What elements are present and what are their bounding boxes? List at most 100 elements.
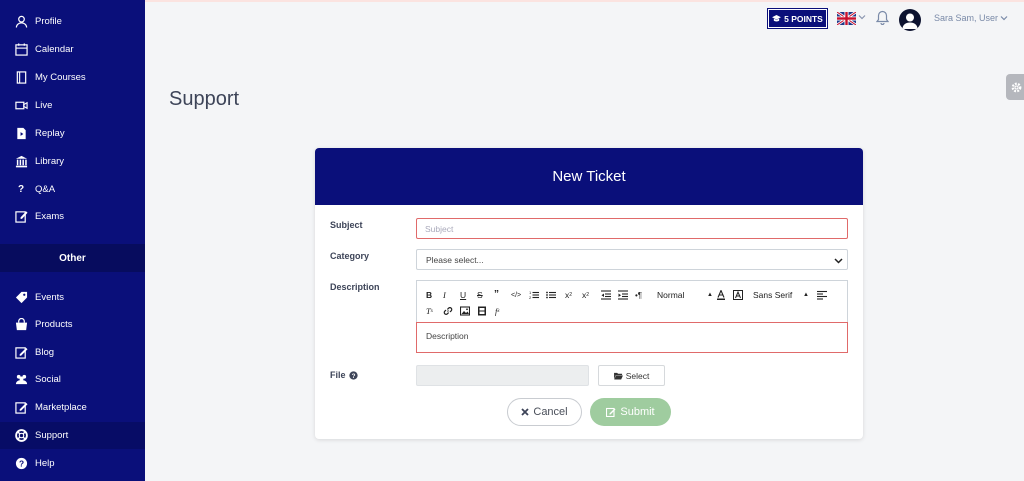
sidebar-item-social[interactable]: Social bbox=[0, 366, 145, 393]
bold-button[interactable]: B bbox=[426, 289, 432, 301]
library-icon bbox=[14, 155, 28, 169]
sidebar-item-profile[interactable]: Profile bbox=[0, 8, 145, 35]
background-color-button[interactable] bbox=[733, 289, 743, 301]
indent-icon bbox=[618, 290, 628, 300]
font-family-select[interactable]: Sans Serif ▲︎ bbox=[753, 289, 809, 301]
sidebar-item-calendar[interactable]: Calendar bbox=[0, 36, 145, 63]
file-label-wrap: File ? bbox=[330, 370, 358, 380]
marketplace-icon bbox=[14, 401, 28, 415]
subject-input[interactable] bbox=[416, 218, 848, 239]
sidebar-item-products[interactable]: Products bbox=[0, 311, 145, 338]
page-title: Support bbox=[169, 88, 240, 110]
subscript-button[interactable]: x2 bbox=[565, 289, 572, 301]
file-path-field[interactable] bbox=[416, 365, 589, 386]
svg-text:2: 2 bbox=[529, 295, 532, 300]
products-icon bbox=[14, 318, 28, 332]
settings-tab[interactable] bbox=[1006, 74, 1024, 100]
clear-format-button[interactable]: Tx bbox=[426, 305, 433, 317]
code-button[interactable]: </> bbox=[511, 289, 521, 301]
updown-icon: ▲︎ bbox=[803, 292, 809, 298]
sidebar-section-other: Other bbox=[0, 244, 145, 272]
font-color-button[interactable] bbox=[716, 289, 726, 301]
sidebar-item-label: Q&A bbox=[35, 184, 56, 195]
font-family-value: Sans Serif bbox=[753, 290, 793, 300]
sidebar-item-label: Events bbox=[35, 292, 65, 303]
video-button[interactable] bbox=[477, 305, 487, 317]
submit-label: Submit bbox=[620, 406, 655, 418]
ordered-list-icon: 12 bbox=[529, 290, 539, 300]
image-icon bbox=[460, 306, 470, 316]
sidebar-item-label: Products bbox=[35, 319, 73, 330]
bell-icon[interactable] bbox=[876, 10, 889, 25]
chevron-down-icon[interactable] bbox=[1000, 14, 1008, 22]
select-label: Select bbox=[625, 370, 650, 381]
strike-button[interactable]: S bbox=[477, 289, 483, 301]
svg-text:?: ? bbox=[18, 458, 23, 468]
header-format-select[interactable]: Normal ▲︎ bbox=[657, 289, 713, 301]
calendar-icon bbox=[14, 43, 28, 57]
sidebar-item-label: Marketplace bbox=[35, 402, 87, 413]
text-direction-button[interactable]: •¶ bbox=[635, 289, 642, 301]
sidebar-item-events[interactable]: Events bbox=[0, 284, 145, 311]
link-icon bbox=[443, 307, 453, 315]
indent-button[interactable] bbox=[618, 289, 628, 301]
submit-button[interactable]: Submit bbox=[590, 398, 671, 426]
category-select[interactable]: Please select... bbox=[416, 249, 848, 270]
sidebar-item-label: Exams bbox=[35, 211, 65, 222]
replay-icon bbox=[14, 127, 28, 141]
question-circle-icon[interactable]: ? bbox=[348, 370, 358, 380]
link-button[interactable] bbox=[443, 305, 453, 317]
cancel-label: Cancel bbox=[533, 406, 568, 418]
outdent-button[interactable] bbox=[601, 289, 611, 301]
blockquote-button[interactable]: ” bbox=[494, 288, 499, 300]
sidebar-item-library[interactable]: Library bbox=[0, 148, 145, 175]
bullet-list-button[interactable] bbox=[546, 289, 556, 301]
ordered-list-button[interactable]: 12 bbox=[529, 289, 539, 301]
avatar[interactable] bbox=[899, 9, 921, 31]
select-file-button[interactable]: Select bbox=[598, 365, 665, 386]
cancel-button[interactable]: Cancel bbox=[507, 398, 582, 426]
sidebar-item-blog[interactable]: Blog bbox=[0, 339, 145, 366]
sidebar-item-qa[interactable]: ? Q&A bbox=[0, 176, 145, 203]
superscript-button[interactable]: x2 bbox=[582, 289, 589, 301]
sidebar-item-label: My Courses bbox=[35, 72, 86, 83]
card-header: New Ticket bbox=[315, 148, 863, 205]
category-selected-value: Please select... bbox=[426, 254, 484, 265]
italic-button[interactable]: I bbox=[443, 289, 446, 301]
new-ticket-card: New Ticket Subject Category Please selec… bbox=[315, 148, 863, 439]
question-icon: ? bbox=[17, 184, 25, 195]
align-button[interactable] bbox=[817, 289, 827, 301]
description-label: Description bbox=[330, 282, 380, 292]
description-editor[interactable]: Description bbox=[416, 322, 848, 353]
video-icon bbox=[14, 99, 28, 113]
outdent-icon bbox=[601, 290, 611, 300]
close-icon bbox=[521, 408, 530, 416]
sidebar-item-label: Social bbox=[35, 374, 61, 385]
svg-text:?: ? bbox=[351, 373, 355, 380]
subject-label: Subject bbox=[330, 220, 363, 230]
chevron-down-icon[interactable] bbox=[858, 13, 866, 21]
points-badge[interactable]: 5 POINTS bbox=[767, 8, 828, 29]
gear-icon bbox=[1011, 82, 1021, 92]
sidebar-item-replay[interactable]: Replay bbox=[0, 120, 145, 147]
tag-icon bbox=[14, 291, 28, 305]
sidebar-item-live[interactable]: Live bbox=[0, 92, 145, 119]
sidebar-item-my-courses[interactable]: My Courses bbox=[0, 64, 145, 91]
image-button[interactable] bbox=[460, 305, 470, 317]
chevron-down-icon bbox=[834, 258, 843, 264]
sidebar-item-exams[interactable]: Exams bbox=[0, 203, 145, 230]
user-name[interactable]: Sara Sam, User bbox=[934, 13, 998, 23]
points-label: 5 POINTS bbox=[784, 13, 823, 24]
sidebar-item-support[interactable]: Support bbox=[0, 422, 145, 449]
edit-icon bbox=[606, 407, 616, 417]
uk-flag-icon[interactable] bbox=[837, 12, 856, 25]
sidebar-item-marketplace[interactable]: Marketplace bbox=[0, 394, 145, 421]
sidebar-item-help[interactable]: ? Help bbox=[0, 450, 145, 477]
sidebar-item-label: Blog bbox=[35, 347, 55, 358]
underline-button[interactable]: U bbox=[460, 289, 466, 301]
book-icon bbox=[14, 71, 28, 85]
card-title: New Ticket bbox=[552, 168, 626, 185]
formula-button[interactable]: fx bbox=[495, 305, 500, 317]
folder-open-icon bbox=[613, 372, 623, 380]
font-color-icon bbox=[717, 290, 725, 300]
